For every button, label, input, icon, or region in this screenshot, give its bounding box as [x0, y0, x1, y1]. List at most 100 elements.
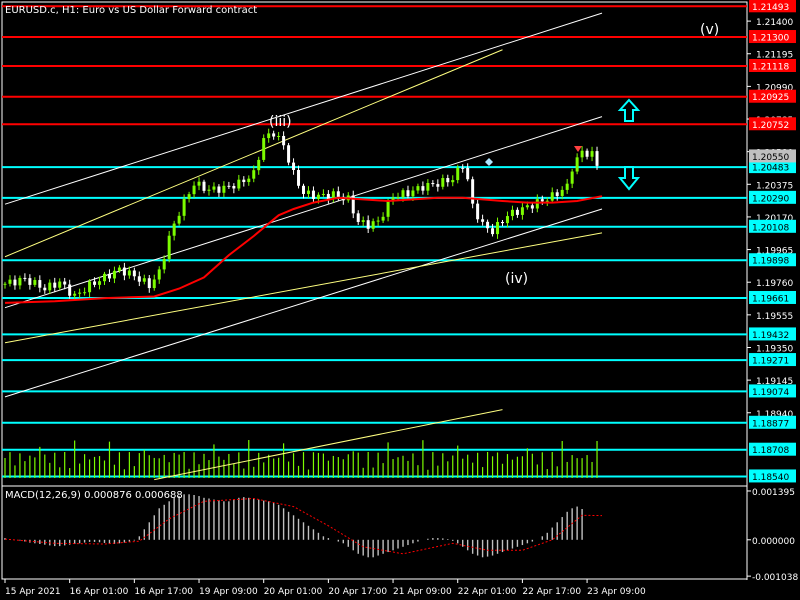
macd-tick-label: 0.001395 — [752, 488, 795, 498]
candle-body — [306, 190, 310, 194]
candle-body — [262, 138, 266, 160]
candle-body — [93, 281, 97, 285]
cyan-level-label: 1.20483 — [752, 164, 789, 174]
cyan-level-label: 1.20290 — [752, 194, 789, 204]
cyan-level-label: 1.19074 — [752, 388, 789, 398]
candle-body — [58, 281, 62, 288]
time-tick-label: 23 Apr 09:00 — [587, 587, 646, 597]
candle-body — [406, 190, 410, 197]
candle[interactable] — [287, 142, 291, 166]
candle[interactable] — [262, 134, 266, 162]
candle-body — [580, 150, 584, 158]
candle-body — [311, 190, 315, 199]
candle-body — [8, 279, 12, 284]
candle-body — [13, 279, 17, 286]
candle-body — [252, 170, 256, 179]
time-tick-label: 21 Apr 09:00 — [393, 587, 452, 597]
candle-body — [217, 186, 221, 193]
cyan-level-label: 1.18540 — [752, 473, 789, 483]
red-level-label: 1.21300 — [752, 34, 789, 44]
red-level-label: 1.21493 — [752, 3, 789, 13]
candle-body — [292, 162, 296, 170]
candle-body — [356, 213, 360, 222]
candle-body — [396, 197, 400, 199]
wave-label-iii: (iii) — [269, 114, 292, 130]
candle-body — [137, 276, 141, 282]
candle-body — [381, 216, 385, 221]
candle-body — [456, 167, 460, 181]
cyan-level-label: 1.19271 — [752, 357, 789, 367]
cyan-level-label: 1.18877 — [752, 419, 789, 429]
candle-body — [376, 220, 380, 222]
candle-body — [83, 292, 87, 294]
candle-body — [212, 186, 216, 190]
cyan-level-label: 1.19661 — [752, 294, 789, 304]
candle-body — [122, 267, 126, 276]
candle-body — [545, 200, 549, 202]
candle-body — [282, 135, 286, 146]
candle-body — [147, 278, 151, 289]
candle-body — [207, 189, 211, 191]
candle-body — [590, 151, 594, 157]
candle-body — [117, 267, 121, 271]
candle-body — [386, 201, 390, 217]
candle-body — [426, 182, 430, 191]
candle-body — [182, 199, 186, 216]
candle-body — [466, 167, 470, 180]
cyan-level-label: 1.18708 — [752, 446, 789, 456]
candle-body — [441, 178, 445, 187]
candle-body — [172, 223, 176, 236]
candle-body — [585, 150, 589, 157]
candle-body — [107, 273, 111, 279]
candle-body — [68, 284, 72, 296]
wave-label-iv: (iv) — [505, 271, 528, 287]
candle-body — [481, 219, 485, 222]
candle-body — [187, 194, 191, 200]
candle-body — [18, 277, 22, 286]
time-tick-label: 20 Apr 01:00 — [264, 587, 323, 597]
candle-body — [277, 135, 281, 137]
candle-body — [152, 279, 156, 289]
candle-body — [476, 203, 480, 220]
candle-body — [451, 180, 455, 183]
candle-body — [78, 292, 82, 294]
price-chart[interactable]: 1.214001.211951.209901.207851.205801.203… — [0, 0, 800, 600]
candle-body — [421, 186, 425, 191]
candle-body — [98, 281, 102, 285]
red-level-label: 1.20752 — [752, 121, 789, 131]
macd-tick-label: -0.001038 — [752, 573, 798, 583]
time-tick-label: 19 Apr 09:00 — [199, 587, 258, 597]
candle-body — [192, 185, 196, 195]
candle-body — [496, 221, 500, 235]
macd-tick-label: 0.000000 — [752, 537, 795, 547]
candle-body — [302, 185, 305, 194]
candle-body — [520, 207, 524, 215]
candle-body — [431, 182, 435, 185]
candle-body — [446, 178, 450, 183]
candle[interactable] — [471, 176, 475, 209]
cyan-level-label: 1.19432 — [752, 331, 789, 341]
candle-body — [28, 278, 32, 285]
candle-body — [565, 183, 569, 190]
candle-body — [73, 293, 77, 296]
candle-body — [197, 181, 201, 186]
candle-body — [177, 215, 181, 224]
candle-body — [416, 186, 420, 191]
candle-body — [540, 199, 544, 202]
candle-body — [570, 171, 574, 184]
candle-body — [436, 184, 440, 187]
price-tick-label: 1.20375 — [756, 181, 793, 191]
candle-body — [157, 269, 161, 280]
candle-body — [560, 189, 564, 196]
candle-body — [43, 287, 47, 291]
candle-body — [162, 259, 166, 270]
candle-body — [227, 185, 231, 187]
candle-body — [272, 133, 276, 137]
candle-body — [242, 179, 246, 183]
time-tick-label: 16 Apr 01:00 — [70, 587, 129, 597]
candle-body — [411, 190, 415, 197]
candle-body — [401, 190, 405, 198]
candle-body — [297, 169, 301, 186]
red-level-label: 1.20925 — [752, 93, 789, 103]
candle-body — [132, 270, 136, 277]
